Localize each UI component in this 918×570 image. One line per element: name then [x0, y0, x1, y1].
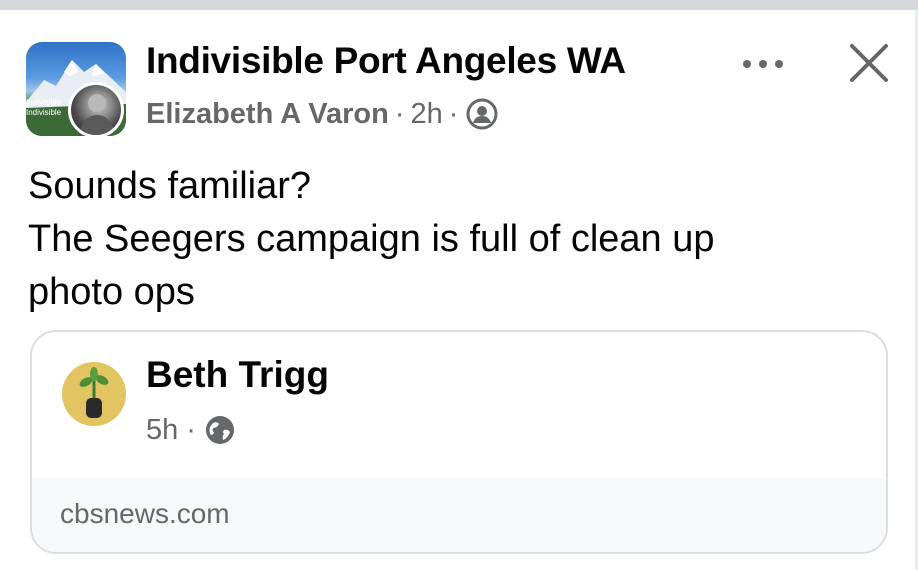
shared-author-name[interactable]: Beth Trigg: [146, 354, 329, 396]
meta-separator: ·: [448, 97, 459, 130]
globe-icon: [204, 414, 236, 446]
shared-post-card[interactable]: Beth Trigg 5h · cbsnews.com: [30, 330, 888, 554]
top-divider: [0, 0, 918, 10]
author-avatar[interactable]: [68, 82, 124, 138]
members-icon: [466, 98, 498, 130]
meta-separator: ·: [394, 97, 405, 130]
author-name[interactable]: Elizabeth A Varon: [146, 98, 389, 131]
post-text-line: photo ops: [28, 271, 195, 313]
post-time[interactable]: 2h: [410, 98, 442, 131]
post-meta: Elizabeth A Varon · 2h ·: [146, 96, 498, 132]
post-text: Sounds familiar? The Seegers campaign is…: [28, 160, 888, 319]
shared-post-meta: 5h ·: [146, 412, 236, 448]
shared-post-time[interactable]: 5h: [146, 414, 178, 447]
close-button[interactable]: [846, 40, 892, 86]
close-icon: [850, 44, 888, 82]
meta-separator: ·: [186, 413, 196, 446]
post-text-line: Sounds familiar?: [28, 165, 312, 207]
shared-author-avatar[interactable]: [62, 362, 126, 426]
group-name[interactable]: Indivisible Port Angeles WA: [146, 40, 626, 82]
plant-fist-image: [62, 362, 126, 426]
author-silhouette: [79, 94, 115, 135]
post-text-line: The Seegers campaign is full of clean up: [28, 218, 715, 260]
link-preview-bar[interactable]: cbsnews.com: [32, 478, 886, 552]
more-horizontal-icon: [743, 60, 783, 68]
link-domain[interactable]: cbsnews.com: [60, 498, 230, 530]
more-options-button[interactable]: [738, 52, 788, 76]
